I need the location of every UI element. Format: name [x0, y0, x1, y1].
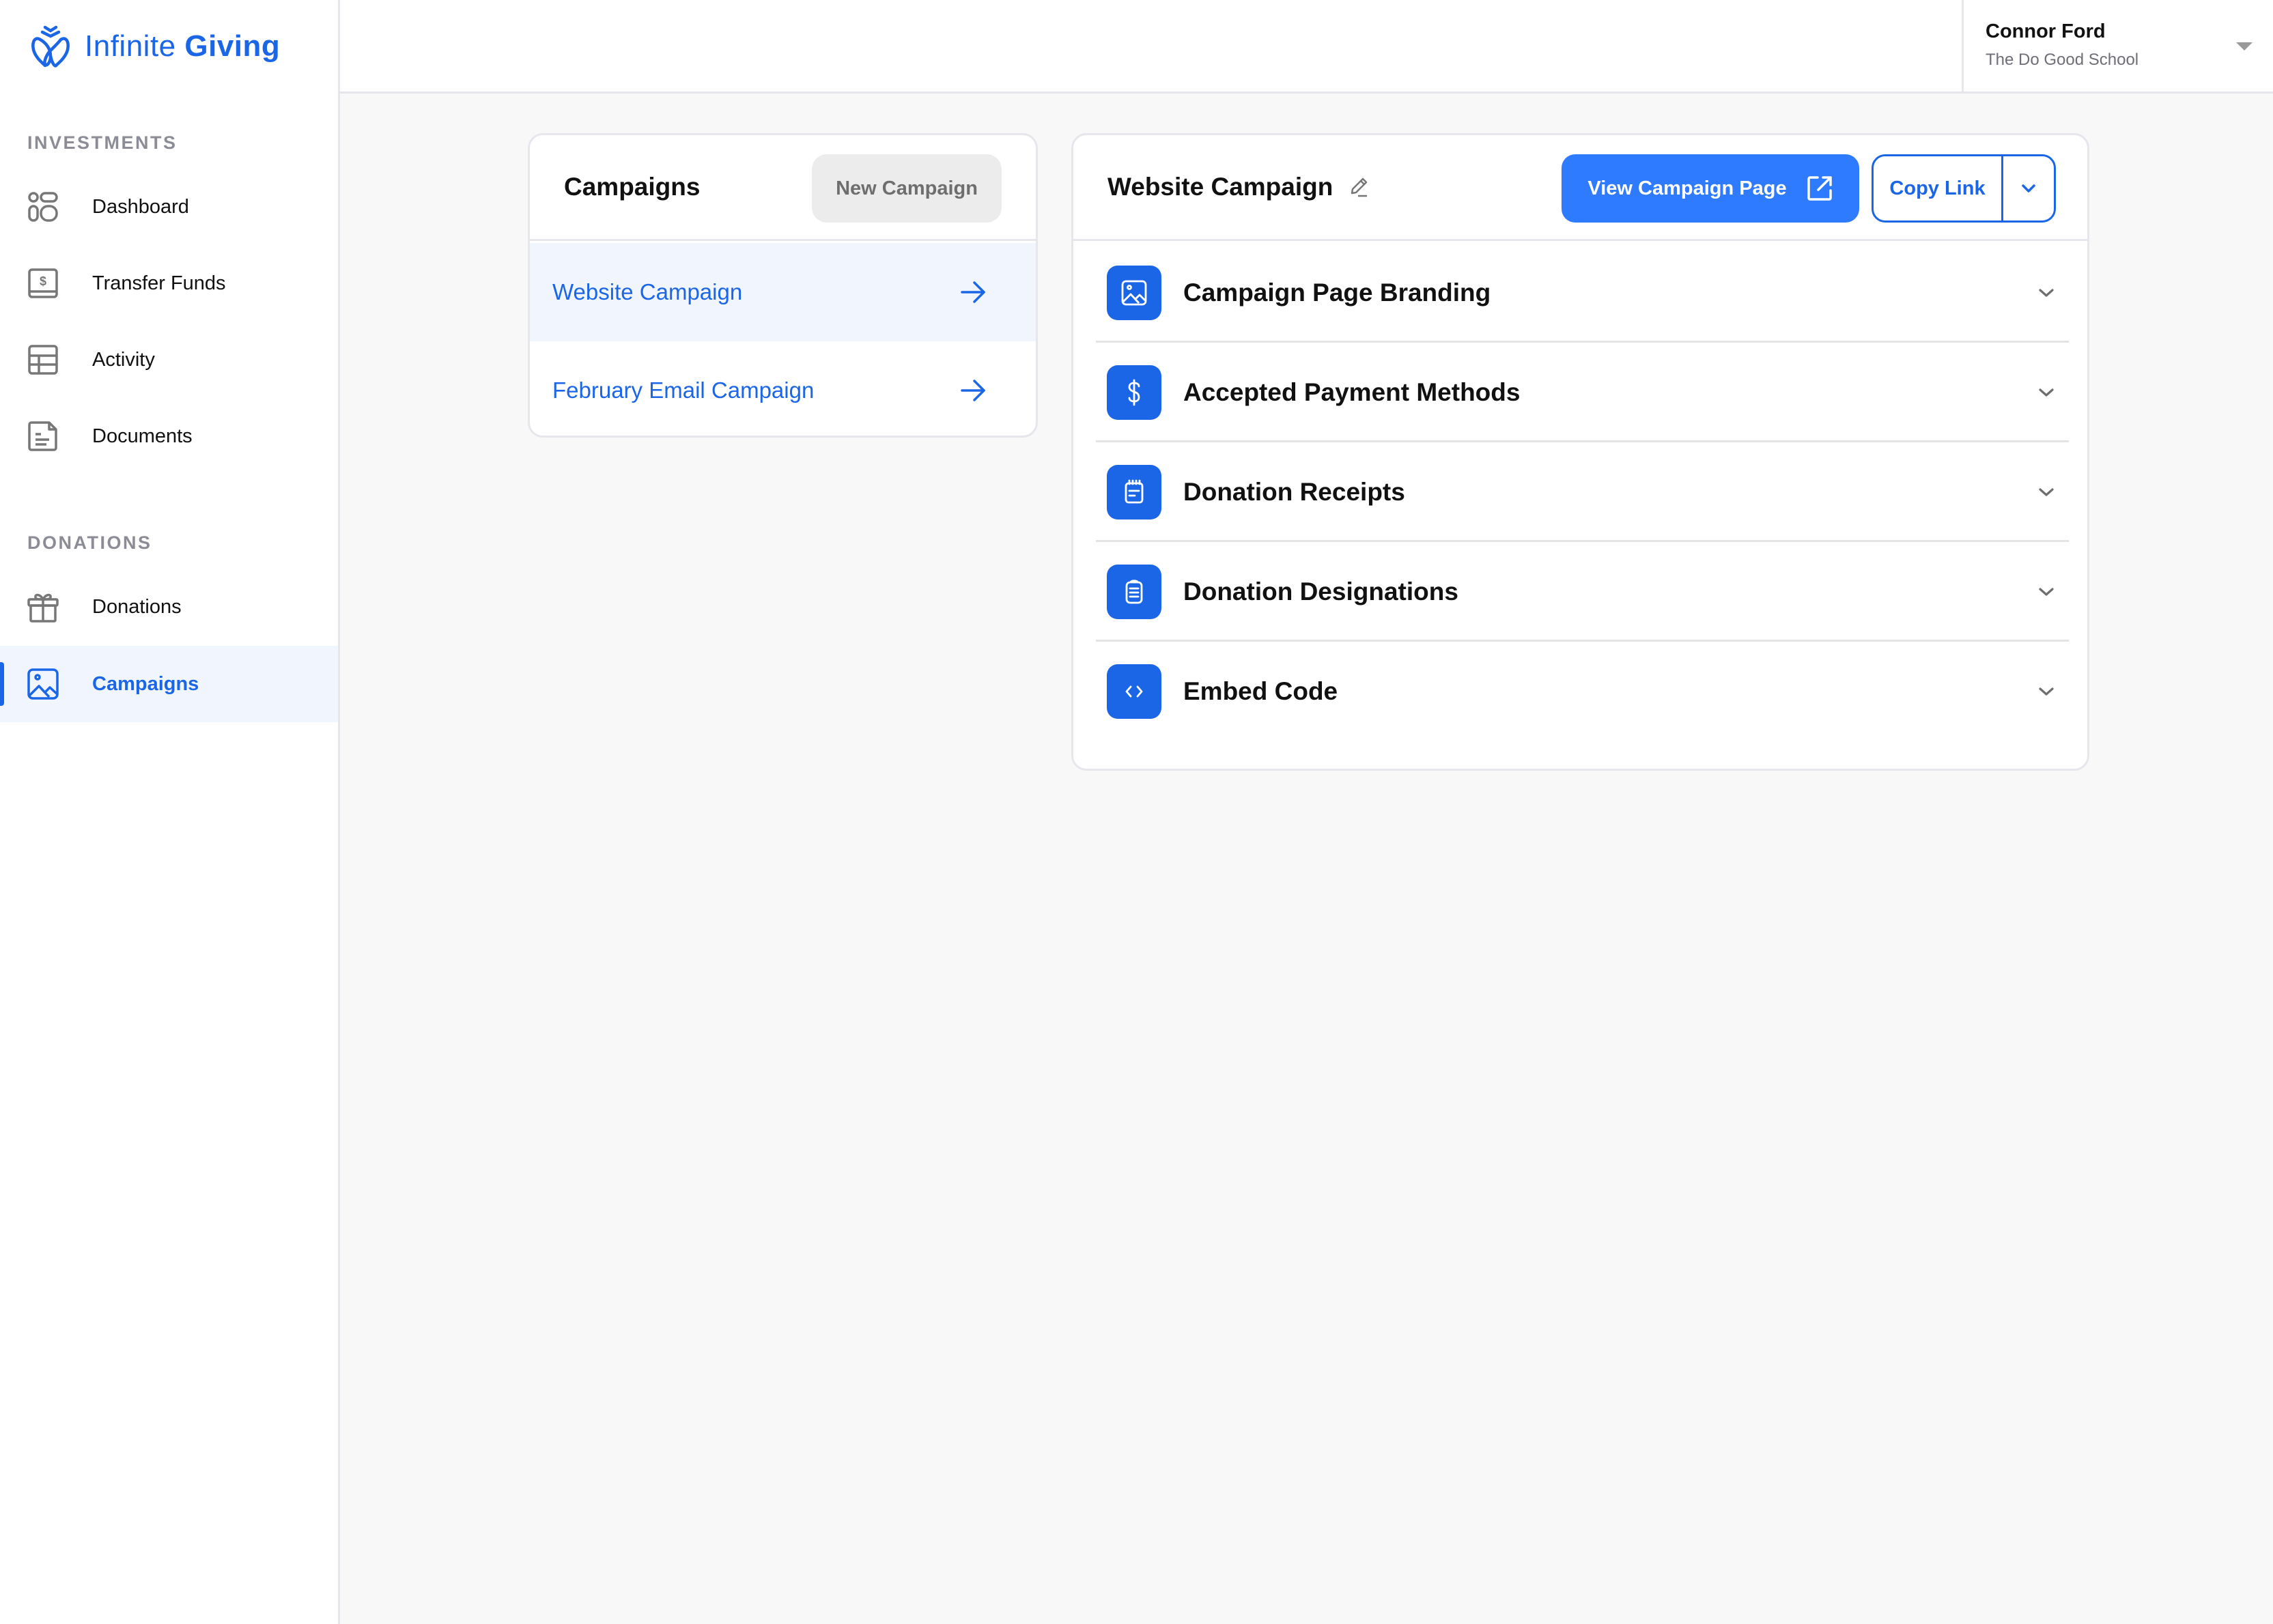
view-campaign-page-label: View Campaign Page — [1587, 177, 1787, 199]
clipboard-icon — [1125, 580, 1143, 604]
accordion-accepted-payment-methods[interactable]: Accepted Payment Methods — [1096, 343, 2069, 442]
user-menu[interactable]: Connor Ford The Do Good School — [1962, 0, 2273, 91]
sidebar-item-donations[interactable]: Donations — [0, 569, 338, 645]
campaign-detail-header: Website Campaign View Campaign Page Copy… — [1073, 135, 2087, 241]
campaigns-panel: Campaigns New Campaign Website Campaign … — [528, 133, 1038, 438]
gift-icon — [27, 593, 59, 623]
top-bar: Connor Ford The Do Good School — [340, 0, 2273, 94]
copy-link-button[interactable]: Copy Link — [1874, 156, 2003, 220]
caret-down-icon[interactable] — [2236, 42, 2253, 51]
campaign-name: Website Campaign — [552, 279, 743, 304]
brand-name: Infinite Giving — [85, 29, 281, 63]
arrow-right-icon — [961, 380, 985, 401]
chevron-down-icon — [2039, 388, 2054, 397]
copy-link-dropdown-toggle[interactable] — [2003, 156, 2054, 220]
sidebar-item-label: Activity — [92, 348, 155, 371]
sidebar-item-transfer-funds[interactable]: $ Transfer Funds — [0, 245, 338, 322]
campaign-title: Website Campaign — [1107, 173, 1371, 201]
active-indicator — [0, 662, 4, 706]
image-icon — [27, 668, 59, 700]
svg-text:$: $ — [40, 274, 46, 288]
external-link-icon — [1807, 176, 1832, 201]
dashboard-icon — [28, 192, 58, 222]
accordion-label: Campaign Page Branding — [1183, 279, 1491, 307]
sidebar-item-label: Transfer Funds — [92, 272, 226, 294]
dollar-icon — [1128, 379, 1140, 406]
accordion-icon-box — [1107, 365, 1161, 420]
chevron-down-icon — [2039, 289, 2054, 297]
code-icon — [1125, 685, 1143, 698]
sidebar-item-campaigns[interactable]: Campaigns — [0, 646, 338, 722]
section-label-investments: INVESTMENTS — [27, 132, 178, 153]
sidebar-item-label: Donations — [92, 595, 182, 618]
chevron-down-icon — [2022, 184, 2035, 193]
accordion-label: Accepted Payment Methods — [1183, 378, 1521, 406]
sidebar-item-label: Dashboard — [92, 195, 189, 218]
chevron-down-icon — [2039, 488, 2054, 496]
campaigns-panel-title: Campaigns — [564, 173, 701, 201]
accordion-icon-box — [1107, 565, 1161, 619]
receipt-icon — [1125, 479, 1144, 504]
sidebar-item-label: Documents — [92, 425, 193, 447]
campaign-title-text: Website Campaign — [1107, 173, 1333, 201]
pencil-icon[interactable] — [1348, 175, 1371, 199]
copy-link-split-button: Copy Link — [1872, 154, 2056, 223]
accordion-campaign-page-branding[interactable]: Campaign Page Branding — [1096, 243, 2069, 343]
sidebar-item-label: Campaigns — [92, 672, 199, 695]
campaign-name: February Email Campaign — [552, 377, 815, 403]
view-campaign-page-button[interactable]: View Campaign Page — [1562, 154, 1859, 223]
sidebar-item-dashboard[interactable]: Dashboard — [0, 169, 338, 245]
sidebar-item-documents[interactable]: Documents — [0, 398, 338, 474]
sidebar-item-activity[interactable]: Activity — [0, 322, 338, 398]
transfer-funds-icon: $ — [28, 268, 58, 298]
chevron-down-icon — [2039, 588, 2054, 596]
accordion-label: Donation Designations — [1183, 578, 1458, 606]
sidebar: Infinite Giving INVESTMENTS Dashboard $ … — [0, 0, 340, 1624]
document-icon — [28, 421, 57, 451]
accordion-embed-code[interactable]: Embed Code — [1096, 642, 2069, 741]
accordion-icon-box — [1107, 266, 1161, 320]
section-label-donations: DONATIONS — [27, 532, 152, 553]
campaign-list-item[interactable]: February Email Campaign — [530, 341, 1036, 436]
campaign-detail-panel: Website Campaign View Campaign Page Copy… — [1071, 133, 2089, 771]
accordion-icon-box — [1107, 465, 1161, 519]
table-icon — [28, 345, 58, 375]
chevron-down-icon — [2039, 687, 2054, 696]
image-icon — [1121, 280, 1147, 306]
accordion-donation-designations[interactable]: Donation Designations — [1096, 542, 2069, 642]
user-organization: The Do Good School — [1986, 51, 2139, 69]
user-name: Connor Ford — [1986, 20, 2106, 42]
arrow-right-icon — [961, 281, 985, 303]
accordion-label: Donation Receipts — [1183, 478, 1405, 506]
accordion-label: Embed Code — [1183, 677, 1338, 705]
new-campaign-button[interactable]: New Campaign — [812, 154, 1002, 223]
accordion-icon-box — [1107, 664, 1161, 719]
brand-logo[interactable]: Infinite Giving — [30, 25, 280, 68]
infinite-giving-logo-icon — [31, 25, 70, 68]
accordion-donation-receipts[interactable]: Donation Receipts — [1096, 442, 2069, 542]
campaign-list-item[interactable]: Website Campaign — [530, 243, 1036, 341]
campaigns-panel-header: Campaigns New Campaign — [530, 135, 1036, 241]
